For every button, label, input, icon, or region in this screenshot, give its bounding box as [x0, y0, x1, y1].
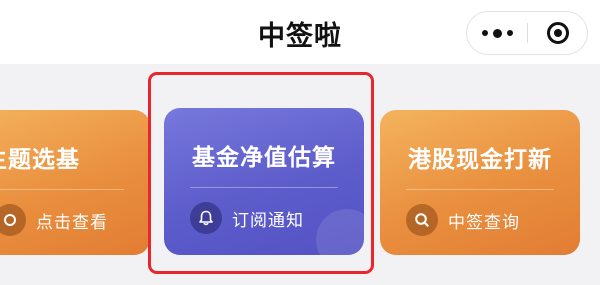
- card-divider: [406, 189, 554, 190]
- card-decoration: [316, 209, 364, 255]
- card-action-label: 中签查询: [448, 212, 520, 233]
- search-icon: [406, 204, 438, 236]
- nav-bar: 中签啦: [0, 0, 600, 64]
- card-action-subscribe[interactable]: 订阅通知: [190, 201, 304, 235]
- more-options-button[interactable]: [467, 12, 527, 54]
- card-title: 基金净值估算: [192, 145, 336, 171]
- more-dot-icon: [481, 30, 488, 36]
- bell-icon: [190, 202, 222, 234]
- target-close-icon: [547, 22, 569, 44]
- tap-icon: [0, 204, 26, 236]
- card-action-label: 点击查看: [36, 212, 108, 233]
- more-dot-icon: [506, 30, 513, 36]
- capsule-menu: [466, 11, 588, 55]
- card-action-view[interactable]: 点击查看: [0, 203, 108, 237]
- card-title: 港股现金打新: [408, 147, 552, 173]
- feature-card-theme-fund[interactable]: 门主题选基 点击查看: [0, 110, 150, 255]
- card-action-label: 订阅通知: [232, 210, 304, 231]
- feature-carousel: 门主题选基 点击查看 基金净值估算: [0, 64, 600, 285]
- card-action-allotment-query[interactable]: 中签查询: [406, 203, 520, 237]
- close-mini-program-button[interactable]: [528, 12, 588, 54]
- card-divider: [0, 189, 124, 190]
- feature-card-fund-nav-estimate[interactable]: 基金净值估算 订阅通知: [164, 108, 364, 255]
- mini-program-screen: 中签啦 门主题选基: [0, 0, 600, 285]
- feature-card-hk-ipo[interactable]: 港股现金打新 中签查询: [380, 110, 580, 255]
- card-title: 门主题选基: [0, 147, 80, 173]
- more-dot-icon: [492, 28, 502, 38]
- card-divider: [190, 187, 338, 188]
